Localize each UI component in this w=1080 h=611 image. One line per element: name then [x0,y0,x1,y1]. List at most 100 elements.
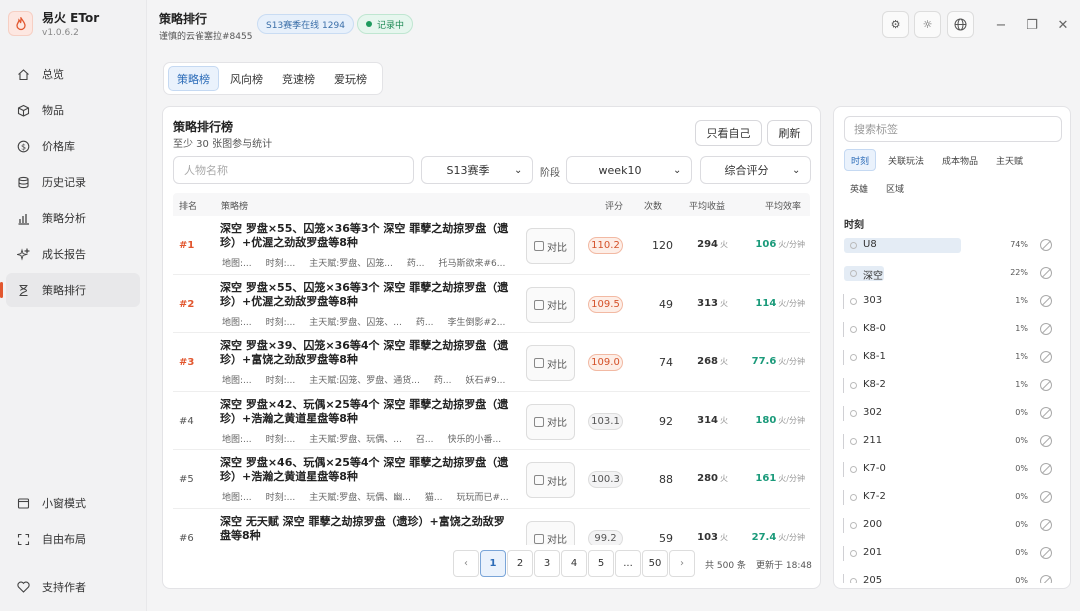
sidebar-item-expand[interactable]: 自由布局 [6,522,140,556]
tag-item[interactable]: 302 0% [842,401,1064,429]
table-row[interactable]: #4 深空 罗盘×42、玩偶×25等4个 深空 罪孽之劫掠罗盘（遗珍）+浩瀚之黄道… [173,392,810,450]
tag-percent: 1% [1015,352,1028,361]
tab-0[interactable]: 策略榜 [168,66,219,91]
prev-page-button[interactable]: ‹ [453,550,479,577]
sidebar-item-bar-chart[interactable]: 策略分析 [6,201,140,235]
tag-item[interactable]: U8 74% [842,233,1064,261]
page-button[interactable]: 5 [588,550,614,577]
page-button[interactable]: 2 [507,550,533,577]
tag-tab[interactable]: 关联玩法 [882,149,930,171]
exclude-icon[interactable] [1040,547,1052,559]
exclude-icon[interactable] [1040,491,1052,503]
exclude-icon[interactable] [1040,267,1052,279]
tag-item[interactable]: 211 0% [842,429,1064,457]
stage-value: week10 [598,163,642,177]
table-row[interactable]: #5 深空 罗盘×46、玩偶×25等4个 深空 罪孽之劫掠罗盘（遗珍）+浩瀚之黄道… [173,450,810,509]
sidebar-item-sparkle[interactable]: 成长报告 [6,237,140,271]
run-count: 92 [659,414,673,428]
compare-checkbox[interactable]: 对比 [526,520,575,545]
tag-tab[interactable]: 英雄 [844,177,874,199]
close-button[interactable]: ✕ [1052,14,1074,36]
sidebar-item-label: 自由布局 [42,533,86,546]
avg-income: 280 火 [678,473,728,484]
tab-3[interactable]: 爱玩榜 [326,66,375,91]
exclude-icon[interactable] [1040,435,1052,447]
table-row[interactable]: #3 深空 罗盘×39、囚笼×36等4个 深空 罪孽之劫掠罗盘（遗珍）+富饶之劲敌… [173,333,810,392]
tag-item[interactable]: 205 0% [842,569,1064,583]
tag-item[interactable]: 303 1% [842,289,1064,317]
refresh-button[interactable]: 刷新 [767,120,812,146]
maximize-button[interactable]: ❐ [1021,14,1043,36]
sidebar-item-box[interactable]: 物品 [6,93,140,127]
page-button[interactable]: 3 [534,550,560,577]
theme-button[interactable]: ☼ [914,11,941,38]
compare-checkbox[interactable]: 对比 [526,462,575,498]
tag-percent: 22% [1010,268,1028,277]
efficiency-value: 161 [755,473,777,484]
tag-name: 302 [863,407,883,418]
sidebar-item-dollar[interactable]: $ 价格库 [6,129,140,163]
settings-button[interactable]: ⚙ [882,11,909,38]
tag-item[interactable]: K7-2 0% [842,485,1064,513]
tab-1[interactable]: 风向榜 [222,66,271,91]
tag-search-input[interactable]: 搜索标签 [844,116,1062,142]
sidebar-item-hourglass[interactable]: 策略排行 [0,273,140,307]
sidebar-item-support[interactable]: 支持作者 [6,570,140,604]
page-button[interactable]: 50 [642,550,668,577]
only-mine-button[interactable]: 只看自己 [695,120,762,146]
tag-item[interactable]: 201 0% [842,541,1064,569]
compare-checkbox[interactable]: 对比 [526,286,575,323]
tag-item[interactable]: K8-2 1% [842,373,1064,401]
meta-tag: 主天赋:罗盘、玩偶、幽... [309,493,411,503]
sidebar-item-window[interactable]: 小窗模式 [6,486,140,520]
run-count: 120 [652,239,673,252]
page-button[interactable]: 4 [561,550,587,577]
exclude-icon[interactable] [1040,239,1052,251]
sidebar-item-database[interactable]: 历史记录 [6,165,140,199]
tag-item[interactable]: 深空 22% [842,261,1064,289]
tag-tab[interactable]: 成本物品 [936,149,984,171]
language-button[interactable] [947,11,974,38]
share-bar [843,518,844,533]
compare-checkbox[interactable]: 对比 [526,345,575,381]
exclude-icon[interactable] [1040,519,1052,531]
globe-icon [954,18,967,31]
app-name: 易火 ETor [42,11,100,25]
exclude-icon[interactable] [1040,407,1052,419]
tag-item[interactable]: K8-1 1% [842,345,1064,373]
sort-select[interactable]: 综合评分 ⌄ [700,156,811,184]
efficiency-unit: 火/分钟 [778,298,805,308]
table-row[interactable]: #1 深空 罗盘×55、囚笼×36等3个 深空 罪孽之劫掠罗盘（遗珍）+优渥之劲敌… [173,216,810,275]
exclude-icon[interactable] [1040,323,1052,335]
efficiency-value: 180 [755,414,777,426]
compare-checkbox[interactable]: 对比 [526,228,575,264]
season-select[interactable]: S13赛季 ⌄ [421,156,533,184]
tag-tab[interactable]: 时刻 [844,149,877,171]
exclude-icon[interactable] [1040,351,1052,363]
compare-checkbox[interactable]: 对比 [526,403,575,440]
tag-tab[interactable]: 区域 [880,177,910,199]
table-row[interactable]: #2 深空 罗盘×55、囚笼×36等3个 深空 罪孽之劫掠罗盘（遗珍）+优渥之劲敌… [173,275,810,333]
svg-text:$: $ [20,142,25,151]
tag-item[interactable]: K8-0 1% [842,317,1064,345]
page-button[interactable]: ... [615,550,641,577]
table-row[interactable]: #6 深空 无天赋 深空 罪孽之劫掠罗盘（遗珍）+富饶之劲敌罗盘等8种 对比 99.2… [173,509,810,545]
tag-item[interactable]: 200 0% [842,513,1064,541]
sidebar-item-home[interactable]: 总览 [6,57,140,91]
exclude-icon[interactable] [1040,463,1052,475]
next-page-button[interactable]: › [669,550,695,577]
tag-name: 303 [863,295,883,306]
tag-item[interactable]: K7-0 0% [842,457,1064,485]
page-button[interactable]: 1 [480,550,506,577]
tag-percent: 0% [1015,492,1028,501]
exclude-icon[interactable] [1040,575,1052,583]
meta-tag: 妖石#9... [465,376,506,386]
tag-tab[interactable]: 主天赋 [990,149,1029,171]
meta-tag: 主天赋:罗盘、囚笼、... [309,317,402,328]
minimize-button[interactable]: − [990,14,1012,36]
stage-select[interactable]: week10 ⌄ [566,156,692,184]
exclude-icon[interactable] [1040,295,1052,307]
exclude-icon[interactable] [1040,379,1052,391]
tab-2[interactable]: 竞速榜 [274,66,323,91]
name-search-input[interactable]: 人物名称 [173,156,414,184]
